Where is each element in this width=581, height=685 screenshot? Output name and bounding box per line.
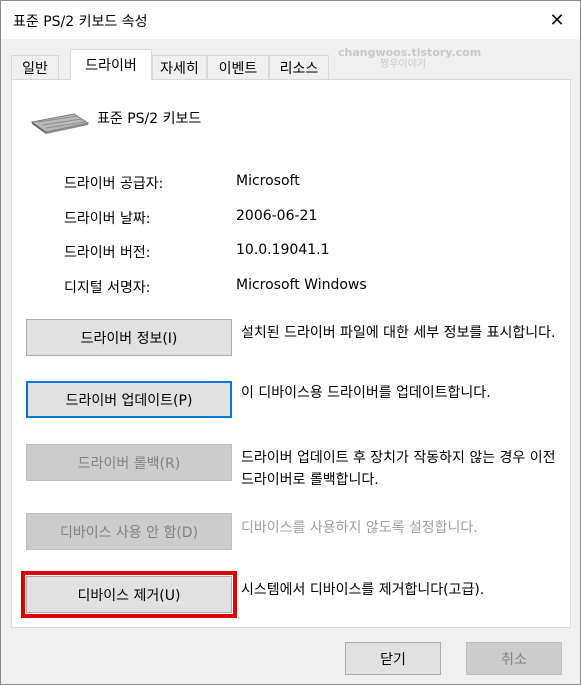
driver-details-button[interactable]: 드라이버 정보(I) [26,319,232,356]
close-button[interactable]: 닫기 [345,642,441,675]
driver-version-label: 드라이버 버전: [64,245,151,261]
tab-resources[interactable]: 리소스 [269,55,329,79]
roll-back-driver-button[interactable]: 드라이버 롤백(R) [26,444,232,481]
close-icon[interactable]: ✕ [534,1,580,39]
tab-events[interactable]: 이벤트 [207,55,269,79]
digital-signer-value: Microsoft Windows [236,277,367,293]
watermark-url: changwoos.tistory.com [338,46,482,59]
roll-back-driver-description: 드라이버 업데이트 후 장치가 작동하지 않는 경우 이전 드라이버로 롤백합니… [241,450,556,488]
keyboard-icon [30,113,90,134]
driver-details-description: 설치된 드라이버 파일에 대한 세부 정보를 표시합니다. [241,325,556,341]
driver-date-label: 드라이버 날짜: [64,211,151,227]
driver-provider-value: Microsoft [236,173,300,189]
driver-tab-panel: 표준 PS/2 키보드 드라이버 공급자: Microsoft 드라이버 날짜:… [11,79,571,628]
update-driver-button[interactable]: 드라이버 업데이트(P) [26,381,232,418]
properties-dialog: 표준 PS/2 키보드 속성 ✕ 일반 드라이버 자세히 이벤트 리소스 cha… [0,0,581,685]
disable-device-button[interactable]: 디바이스 사용 안 함(D) [26,513,232,550]
disable-device-description: 디바이스를 사용하지 않도록 설정합니다. [241,520,478,536]
tab-driver[interactable]: 드라이버 [70,49,152,80]
tab-details[interactable]: 자세히 [152,55,207,79]
tab-general[interactable]: 일반 [11,55,59,79]
driver-version-value: 10.0.19041.1 [236,242,330,258]
cancel-button[interactable]: 취소 [466,642,562,675]
update-driver-description: 이 디바이스용 드라이버를 업데이트합니다. [241,385,491,401]
device-name: 표준 PS/2 키보드 [97,111,202,127]
title-bar: 표준 PS/2 키보드 속성 ✕ [1,1,580,39]
digital-signer-label: 디지털 서명자: [64,280,151,296]
uninstall-device-button[interactable]: 디바이스 제거(U) [21,571,237,618]
window-title: 표준 PS/2 키보드 속성 [13,14,148,30]
tab-strip: 일반 드라이버 자세히 이벤트 리소스 [11,49,571,80]
driver-date-value: 2006-06-21 [236,208,318,224]
watermark: changwoos.tistory.com 짱우이야기 [338,46,482,71]
driver-provider-label: 드라이버 공급자: [64,176,164,192]
uninstall-device-description: 시스템에서 디바이스를 제거합니다(고급). [241,582,485,598]
watermark-blog-name: 짱우이야기 [380,59,426,70]
